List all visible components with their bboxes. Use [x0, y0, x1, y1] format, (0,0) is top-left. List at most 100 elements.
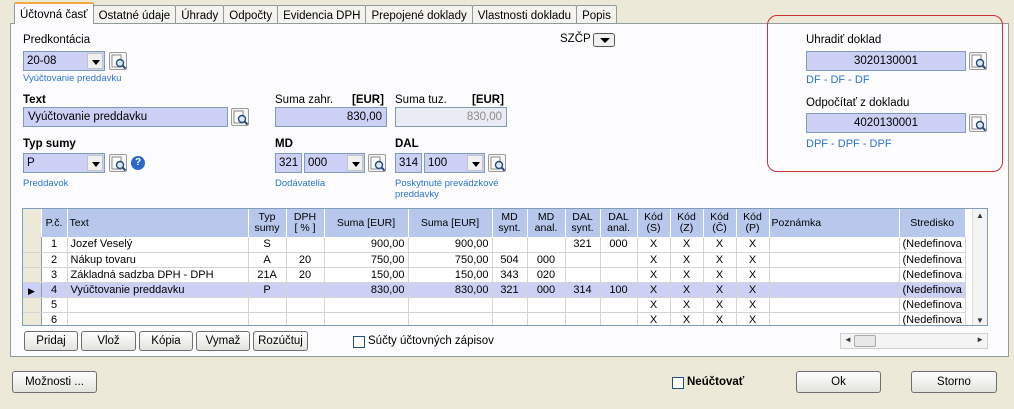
dal-synt-input[interactable]: 314 [395, 153, 422, 173]
table-cell[interactable] [492, 312, 528, 325]
table-cell[interactable]: (Nedefinova [899, 282, 966, 298]
table-cell[interactable]: X [703, 252, 737, 268]
table-cell[interactable] [286, 297, 325, 313]
chevron-down-icon[interactable] [87, 155, 103, 171]
table-cell[interactable] [67, 312, 249, 325]
table-cell[interactable]: 1 [41, 237, 68, 253]
table-cell[interactable]: (Nedefinova [899, 237, 966, 253]
help-icon[interactable]: ? [131, 156, 145, 170]
table-row[interactable]: 6 X X X X (Nedefinova [23, 312, 966, 325]
tab-evidencia-dph[interactable]: Evidencia DPH [277, 5, 367, 24]
row-indicator[interactable] [23, 297, 42, 313]
typ-sumy-combo[interactable]: P [23, 153, 105, 173]
storno-button[interactable]: Storno [911, 371, 997, 393]
table-cell[interactable]: A [248, 252, 287, 268]
table-cell[interactable] [248, 312, 287, 325]
row-indicator[interactable] [23, 267, 42, 283]
typ-sumy-lookup-button[interactable] [109, 154, 127, 172]
table-cell[interactable]: 6 [41, 312, 68, 325]
table-cell[interactable]: X [670, 252, 704, 268]
column-header[interactable]: P.č. [41, 209, 68, 237]
grid-horizontal-scrollbar[interactable]: ◄ ► [840, 333, 988, 349]
column-header[interactable]: Suma [EUR] [324, 209, 409, 237]
table-cell[interactable]: 21A [248, 267, 287, 283]
row-indicator[interactable] [23, 312, 42, 325]
table-cell[interactable] [769, 252, 900, 268]
table-cell[interactable]: 830,00 [408, 282, 493, 298]
table-cell[interactable]: X [736, 282, 770, 298]
scroll-thumb[interactable] [854, 335, 876, 347]
table-cell[interactable]: X [670, 312, 704, 325]
scroll-up-icon[interactable]: ▲ [976, 211, 984, 220]
table-cell[interactable] [769, 267, 900, 283]
table-cell[interactable]: X [703, 312, 737, 325]
table-cell[interactable]: X [736, 312, 770, 325]
text-lookup-button[interactable] [231, 108, 249, 126]
table-cell[interactable]: X [670, 297, 704, 313]
column-header[interactable]: Poznámka [769, 209, 900, 237]
table-cell[interactable]: X [736, 237, 770, 253]
tab-uctovna-cast[interactable]: Účtovná časť [14, 2, 94, 24]
chevron-down-icon[interactable] [87, 53, 103, 69]
tab-uhrady[interactable]: Úhrady [175, 5, 225, 24]
column-header[interactable]: DPH[ % ] [286, 209, 325, 237]
tab-popis[interactable]: Popis [576, 5, 617, 24]
column-header[interactable]: DAL anal. [600, 209, 638, 237]
table-cell[interactable] [527, 312, 566, 325]
predkontacia-lookup-button[interactable] [109, 52, 127, 70]
table-row[interactable]: 5 X X X X (Nedefinova [23, 297, 966, 313]
table-cell[interactable]: 314 [565, 282, 601, 298]
table-cell[interactable]: X [703, 297, 737, 313]
table-cell[interactable]: X [670, 267, 704, 283]
table-cell[interactable]: X [703, 267, 737, 283]
column-header[interactable]: Kód (Č) [703, 209, 737, 237]
table-cell[interactable]: 504 [492, 252, 528, 268]
column-header[interactable]: Text [67, 209, 249, 237]
tab-odpocty[interactable]: Odpočty [223, 5, 279, 24]
md-synt-input[interactable]: 321 [275, 153, 302, 173]
column-header[interactable]: Suma [EUR] [408, 209, 493, 237]
table-cell[interactable]: X [637, 267, 671, 283]
column-header[interactable]: Kód (Z) [670, 209, 704, 237]
column-header[interactable]: Kód (S) [637, 209, 671, 237]
table-cell[interactable]: (Nedefinova [899, 267, 966, 283]
column-header[interactable]: Kód (P) [736, 209, 770, 237]
table-row[interactable]: 2 Nákup tovaru A 20 750,00 750,00 504 000 X X X X (N… [23, 252, 966, 268]
moznosti-button[interactable]: Možnosti ... [12, 371, 97, 393]
table-cell[interactable] [248, 297, 287, 313]
neuctovat-checkbox[interactable] [672, 377, 684, 389]
row-indicator[interactable] [23, 252, 42, 268]
column-header[interactable]: MD synt. [492, 209, 528, 237]
tab-ostatne-udaje[interactable]: Ostatné údaje [92, 5, 177, 24]
rozuctuj-button[interactable]: Rozúčtuj [253, 331, 308, 351]
table-cell[interactable]: 321 [565, 237, 601, 253]
table-cell[interactable]: Jozef Veselý [67, 237, 249, 253]
table-cell[interactable]: X [736, 297, 770, 313]
scroll-left-icon[interactable]: ◄ [844, 335, 852, 344]
chevron-down-icon[interactable] [467, 155, 483, 171]
table-cell[interactable]: X [670, 237, 704, 253]
grid-vertical-scrollbar[interactable]: ▲ ▼ [972, 209, 987, 325]
table-cell[interactable] [769, 312, 900, 325]
chevron-down-icon[interactable] [347, 155, 363, 171]
table-cell[interactable] [408, 312, 493, 325]
predkontacia-combo[interactable]: 20-08 [23, 51, 105, 71]
table-cell[interactable] [565, 267, 601, 283]
uhradit-input[interactable]: 3020130001 [806, 51, 966, 71]
table-row[interactable]: 3 Základná sadzba DPH - DPH 21A 20 150,00 150… [23, 267, 966, 283]
table-cell[interactable]: 020 [527, 267, 566, 283]
vymaz-button[interactable]: Vymaž [196, 331, 250, 351]
table-cell[interactable]: 4 [41, 282, 68, 298]
table-cell[interactable] [286, 282, 325, 298]
table-cell[interactable]: 2 [41, 252, 68, 268]
table-cell[interactable]: 343 [492, 267, 528, 283]
odpocitat-input[interactable]: 4020130001 [806, 113, 966, 133]
table-cell[interactable]: Základná sadzba DPH - DPH [67, 267, 249, 283]
text-input[interactable]: Vyúčtovanie preddavku [23, 107, 228, 127]
table-cell[interactable]: X [703, 282, 737, 298]
table-cell[interactable]: 000 [600, 237, 638, 253]
md-lookup-button[interactable] [368, 154, 386, 172]
scroll-right-icon[interactable]: ► [976, 335, 984, 344]
scroll-down-icon[interactable]: ▼ [976, 316, 984, 325]
sucty-checkbox[interactable] [353, 336, 365, 348]
